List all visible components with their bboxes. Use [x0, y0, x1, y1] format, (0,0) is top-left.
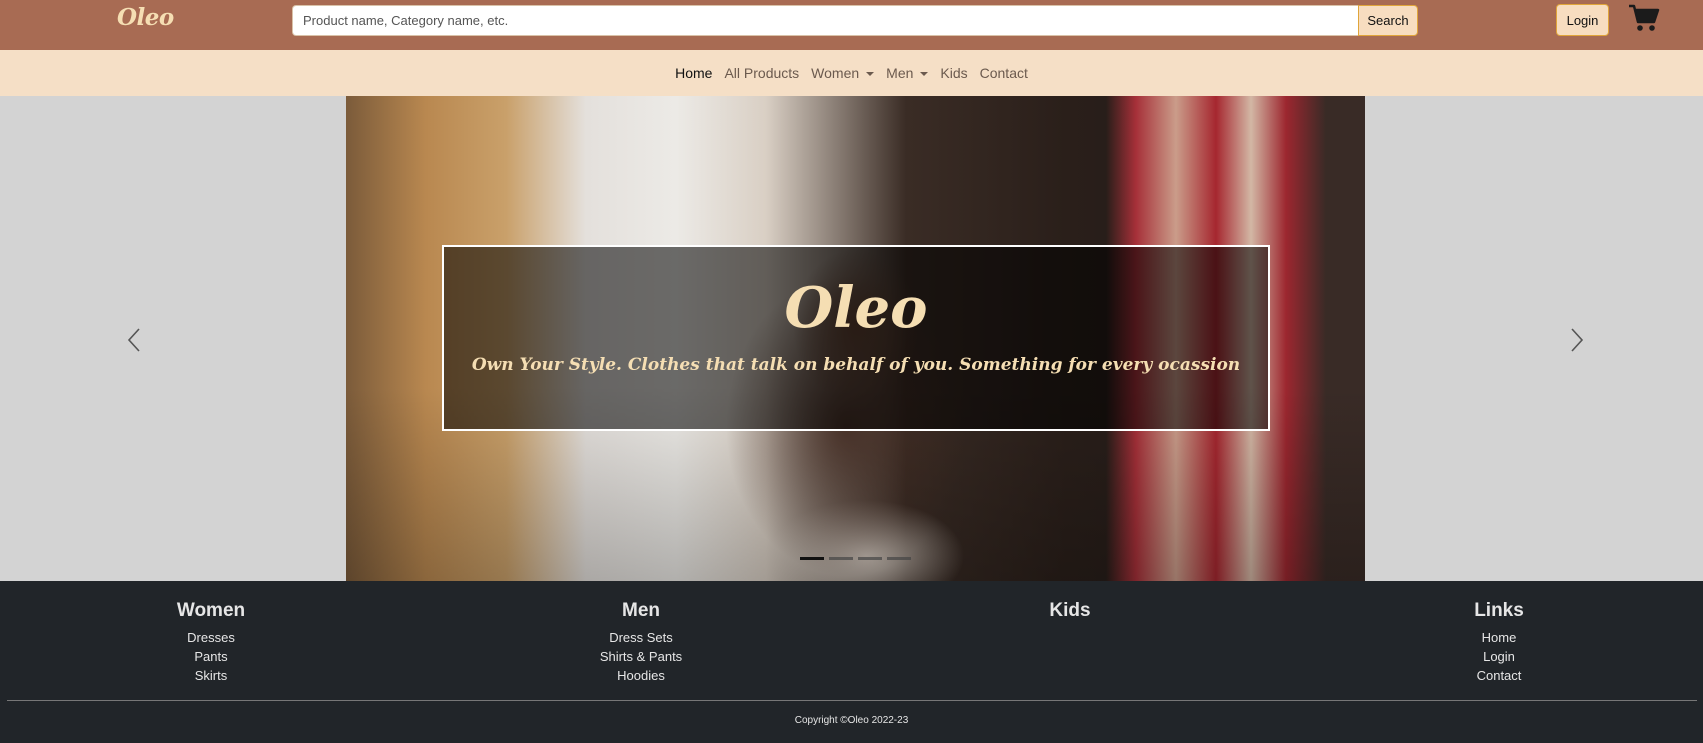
footer-link-home[interactable]: Home	[1399, 628, 1599, 647]
search-input[interactable]	[292, 5, 1358, 36]
nav-all-products[interactable]: All Products	[718, 65, 805, 81]
top-header: Oleo Search Login	[0, 0, 1703, 50]
carousel-indicator-3[interactable]	[858, 557, 882, 560]
footer-women-column: Women Dresses Pants Skirts	[111, 600, 311, 685]
footer-link-shirts-pants[interactable]: Shirts & Pants	[541, 647, 741, 666]
footer-divider	[7, 700, 1697, 701]
chevron-right-icon[interactable]	[1563, 325, 1589, 355]
footer-link-dresses[interactable]: Dresses	[111, 628, 311, 647]
nav-men-dropdown[interactable]: Men	[880, 65, 934, 81]
hero-caption: Oleo Own Your Style. Clothes that talk o…	[442, 245, 1270, 431]
footer-kids-column: Kids	[970, 600, 1170, 628]
login-button[interactable]: Login	[1556, 4, 1609, 36]
footer-heading-links: Links	[1474, 600, 1524, 621]
search-button[interactable]: Search	[1358, 5, 1418, 36]
footer-link-skirts[interactable]: Skirts	[111, 666, 311, 685]
cart-icon[interactable]	[1628, 3, 1660, 33]
hero-subtitle: Own Your Style. Clothes that talk on beh…	[471, 355, 1241, 375]
caret-down-icon	[866, 71, 875, 76]
copyright-text: Copyright ©Oleo 2022-23	[794, 715, 909, 726]
site-footer: Women Dresses Pants Skirts Men Dress Set…	[0, 581, 1703, 743]
main-navbar: Home All Products Women Men Kids Contact	[0, 50, 1703, 96]
hero-title: Oleo	[784, 275, 928, 341]
carousel-indicator-2[interactable]	[829, 557, 853, 560]
footer-heading-women: Women	[176, 600, 246, 621]
footer-link-hoodies[interactable]: Hoodies	[541, 666, 741, 685]
footer-link-login[interactable]: Login	[1399, 647, 1599, 666]
search-form: Search	[292, 5, 1418, 36]
carousel-indicators	[800, 557, 911, 560]
footer-men-column: Men Dress Sets Shirts & Pants Hoodies	[541, 600, 741, 685]
carousel-indicator-1[interactable]	[800, 557, 824, 560]
carousel-indicator-4[interactable]	[887, 557, 911, 560]
footer-link-pants[interactable]: Pants	[111, 647, 311, 666]
hero-carousel: Oleo Own Your Style. Clothes that talk o…	[0, 96, 1703, 581]
nav-contact[interactable]: Contact	[974, 65, 1034, 81]
footer-link-contact[interactable]: Contact	[1399, 666, 1599, 685]
brand-logo[interactable]: Oleo	[117, 4, 174, 31]
nav-women-dropdown[interactable]: Women	[805, 65, 880, 81]
nav-home[interactable]: Home	[669, 65, 718, 81]
footer-heading-men: Men	[622, 600, 660, 621]
footer-link-dress-sets[interactable]: Dress Sets	[541, 628, 741, 647]
chevron-left-icon[interactable]	[122, 325, 148, 355]
footer-links-column: Links Home Login Contact	[1399, 600, 1599, 685]
footer-heading-kids: Kids	[1049, 600, 1091, 621]
nav-kids[interactable]: Kids	[934, 65, 973, 81]
caret-down-icon	[920, 71, 929, 76]
